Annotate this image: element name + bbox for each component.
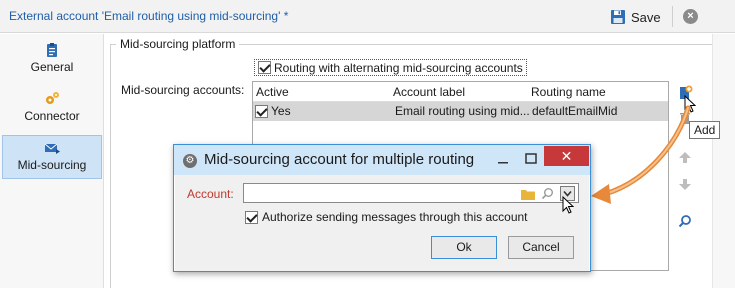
account-field[interactable] bbox=[243, 183, 579, 203]
minimize-icon[interactable] bbox=[492, 148, 514, 170]
column-header-routing-name[interactable]: Routing name bbox=[531, 85, 606, 99]
cancel-button[interactable]: Cancel bbox=[508, 236, 574, 259]
window-titlebar: External account 'Email routing using mi… bbox=[0, 0, 735, 33]
column-header-account-label[interactable]: Account label bbox=[393, 85, 465, 99]
toolbar-separator bbox=[672, 6, 673, 27]
cell-account-label: Email routing using mid... bbox=[395, 104, 530, 118]
ok-button[interactable]: Ok bbox=[431, 236, 497, 259]
save-button-label: Save bbox=[631, 9, 661, 25]
sidebar-item-mid-sourcing[interactable]: Mid-sourcing bbox=[2, 135, 102, 179]
sidebar-item-label: Mid-sourcing bbox=[17, 158, 87, 172]
mid-sourcing-accounts-label: Mid-sourcing accounts: bbox=[121, 83, 245, 97]
row-active-checkbox[interactable] bbox=[255, 105, 268, 118]
clipboard-icon bbox=[47, 43, 57, 57]
dialog-app-icon: ⚙ bbox=[183, 154, 197, 168]
dialog-close-button[interactable]: ✕ bbox=[544, 146, 589, 166]
dialog-titlebar[interactable]: ⚙ Mid-sourcing account for multiple rout… bbox=[174, 145, 590, 175]
sidebar-item-label: General bbox=[30, 60, 74, 74]
mouse-cursor-icon bbox=[562, 196, 574, 214]
authorize-sending-checkbox[interactable]: Authorize sending messages through this … bbox=[245, 210, 528, 224]
grid-header: Active Account label Routing name bbox=[253, 82, 668, 102]
checkbox-box[interactable] bbox=[245, 210, 258, 224]
search-icon[interactable] bbox=[540, 186, 555, 201]
cell-active: Yes bbox=[271, 104, 291, 118]
mid-sourcing-account-dialog: ⚙ Mid-sourcing account for multiple rout… bbox=[173, 144, 591, 272]
maximize-icon[interactable] bbox=[520, 148, 542, 170]
save-button[interactable]: Save bbox=[610, 6, 661, 28]
sidebar-item-general[interactable]: General bbox=[2, 38, 102, 82]
window-title: External account 'Email routing using mi… bbox=[9, 9, 289, 23]
magnifier-icon bbox=[678, 215, 691, 228]
gears-icon bbox=[46, 92, 59, 104]
column-header-active[interactable]: Active bbox=[256, 85, 289, 99]
authorize-label: Authorize sending messages through this … bbox=[262, 210, 528, 224]
close-editor-icon[interactable]: × bbox=[683, 9, 698, 24]
envelope-arrows-icon bbox=[44, 143, 60, 154]
right-scroll-strip bbox=[712, 34, 735, 288]
sidebar-item-connector[interactable]: Connector bbox=[2, 87, 102, 131]
detail-button[interactable] bbox=[675, 211, 695, 231]
group-title: Mid-sourcing platform bbox=[116, 37, 240, 51]
annotation-arrow bbox=[591, 105, 691, 204]
sidebar: General Connector Mid-sourcing bbox=[0, 34, 104, 288]
dialog-title: Mid-sourcing account for multiple routin… bbox=[204, 151, 475, 168]
routing-alternating-checkbox[interactable]: Routing with alternating mid-sourcing ac… bbox=[254, 59, 527, 76]
floppy-disk-icon bbox=[611, 10, 625, 24]
sidebar-item-label: Connector bbox=[24, 109, 80, 123]
folder-icon[interactable] bbox=[520, 186, 535, 201]
routing-checkbox-label: Routing with alternating mid-sourcing ac… bbox=[274, 60, 523, 75]
account-label: Account: bbox=[187, 187, 234, 201]
dialog-body: Account: Authorize sending messages thro… bbox=[175, 175, 589, 271]
checkbox-box[interactable] bbox=[258, 61, 271, 74]
